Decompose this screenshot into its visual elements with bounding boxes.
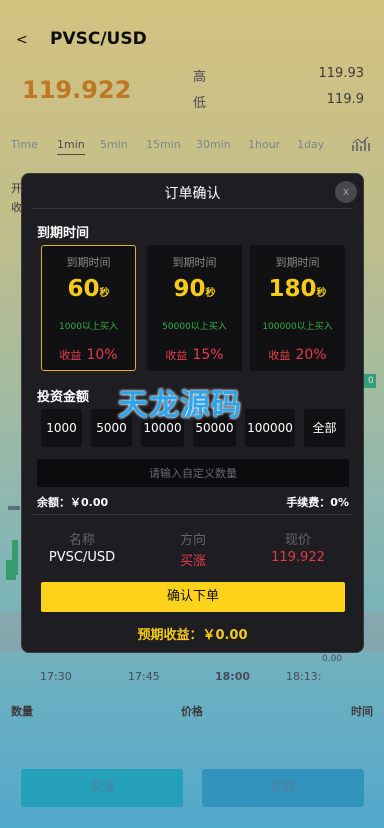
amount-100000-button[interactable]: 100000 xyxy=(245,409,295,447)
expiry-option-60[interactable]: 到期时间 60秒 1000以上买入 收益 10% xyxy=(41,245,136,371)
pair-name: PVSC/USD xyxy=(48,550,116,565)
expiry-option-180[interactable]: 到期时间 180秒 100000以上买入 收益 20% xyxy=(250,245,345,371)
option-profit: 收益 15% xyxy=(165,347,224,363)
expiry-option-90[interactable]: 到期时间 90秒 50000以上买入 收益 15% xyxy=(147,245,242,371)
price-header: 现价 xyxy=(284,533,311,548)
watermark-text: 天龙源码 xyxy=(118,388,242,423)
option-minimum: 1000以上买入 xyxy=(59,322,118,332)
fee-text: 手续费：0% xyxy=(286,496,349,509)
option-duration: 90秒 xyxy=(173,276,216,302)
expected-profit: 预期收益：￥0.00 xyxy=(137,628,248,643)
option-minimum: 100000以上买入 xyxy=(262,322,333,332)
amount-all-button[interactable]: 全部 xyxy=(304,409,345,447)
option-label: 到期时间 xyxy=(275,256,320,269)
custom-amount-input[interactable] xyxy=(37,459,349,487)
option-duration: 60秒 xyxy=(67,276,110,302)
direction-value: 买涨 xyxy=(179,554,206,569)
divider xyxy=(32,208,353,209)
balance-text: 余额：￥0.00 xyxy=(37,496,109,509)
close-button[interactable]: x xyxy=(335,181,357,203)
amount-section-title: 投资金额 xyxy=(37,390,90,405)
option-profit: 收益 20% xyxy=(268,347,327,363)
direction-header: 方向 xyxy=(179,533,206,548)
divider xyxy=(32,514,353,515)
option-label: 到期时间 xyxy=(172,256,217,269)
name-header: 名称 xyxy=(68,533,95,548)
expiry-section-title: 到期时间 xyxy=(37,226,90,241)
option-minimum: 50000以上买入 xyxy=(162,322,227,332)
current-price-value: 119.922 xyxy=(271,550,325,565)
option-label: 到期时间 xyxy=(66,256,111,269)
confirm-order-button[interactable]: 确认下单 xyxy=(41,582,345,612)
option-profit: 收益 10% xyxy=(59,347,118,363)
amount-1000-button[interactable]: 1000 xyxy=(41,409,82,447)
option-duration: 180秒 xyxy=(268,276,327,302)
dialog-title: 订单确认 xyxy=(164,186,221,202)
